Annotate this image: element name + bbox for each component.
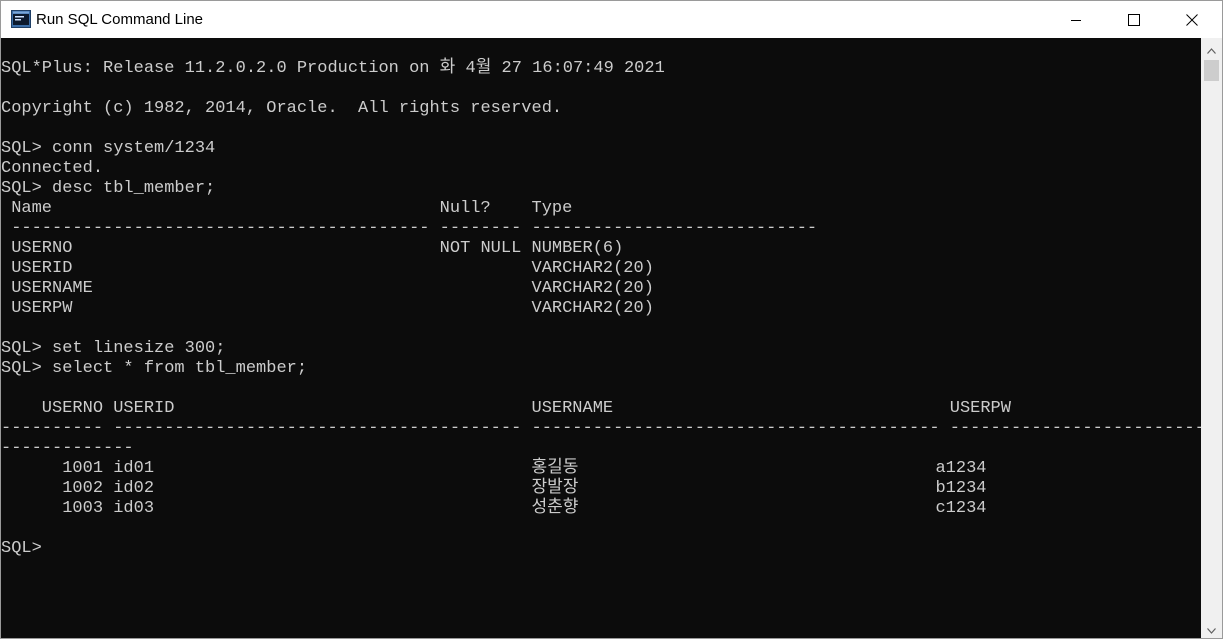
console-line: USERID VARCHAR2(20): [1, 259, 654, 278]
console-line: SQL> desc tbl_member;: [1, 179, 216, 198]
chevron-up-icon: [1207, 39, 1216, 58]
console-line: SQL> select * from tbl_member;: [1, 359, 308, 378]
maximize-icon: [1128, 13, 1140, 26]
console-line: 1001 id01 홍길동 a1234: [1, 459, 987, 478]
console-line: SQL>: [1, 539, 42, 558]
scroll-up-button[interactable]: [1201, 38, 1222, 58]
console-line: SQL*Plus: Release 11.2.0.2.0 Production …: [1, 59, 665, 78]
title-bar[interactable]: Run SQL Command Line: [1, 1, 1222, 38]
maximize-button[interactable]: [1105, 1, 1163, 38]
console-line: Copyright (c) 1982, 2014, Oracle. All ri…: [1, 99, 563, 118]
console-line: USERNAME VARCHAR2(20): [1, 279, 654, 298]
chevron-down-icon: [1207, 619, 1216, 638]
close-icon: [1186, 13, 1198, 26]
sql-command-line-window: Run SQL Command Line SQL*Plus: Release 1…: [0, 0, 1223, 639]
minimize-icon: [1070, 14, 1082, 26]
vertical-scrollbar[interactable]: [1201, 38, 1222, 638]
console-line: ----------------------------------------…: [1, 219, 818, 238]
console-line: 1003 id03 성춘향 c1234: [1, 499, 987, 518]
console-line: ---------- -----------------------------…: [1, 419, 1201, 438]
scroll-down-button[interactable]: [1201, 618, 1222, 638]
console-line: USERNO USERID USERNAME USERPW: [1, 399, 1011, 418]
close-button[interactable]: [1163, 1, 1221, 38]
minimize-button[interactable]: [1047, 1, 1105, 38]
console-line: SQL> conn system/1234: [1, 139, 216, 158]
console-line: Connected.: [1, 159, 104, 178]
console-line: SQL> set linesize 300;: [1, 339, 226, 358]
sql-console-icon: [11, 10, 31, 28]
scrollbar-thumb[interactable]: [1204, 60, 1219, 81]
console-line: Name Null? Type: [1, 199, 573, 218]
console-line: USERNO NOT NULL NUMBER(6): [1, 239, 624, 258]
window-title: Run SQL Command Line: [36, 11, 204, 28]
console-line: 1002 id02 장발장 b1234: [1, 479, 987, 498]
console-output[interactable]: SQL*Plus: Release 11.2.0.2.0 Production …: [1, 38, 1201, 638]
console-line: USERPW VARCHAR2(20): [1, 299, 654, 318]
console-line: -------------: [1, 439, 134, 458]
